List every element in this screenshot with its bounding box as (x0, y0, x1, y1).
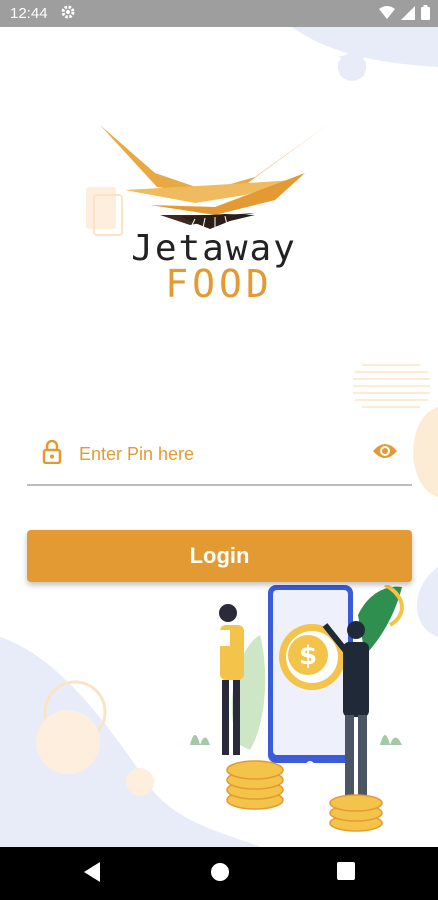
pin-input[interactable] (77, 436, 371, 472)
home-icon[interactable] (209, 861, 231, 888)
battery-icon (421, 5, 430, 25)
lock-icon (42, 439, 62, 469)
wifi-icon (379, 5, 395, 25)
pin-field (27, 428, 412, 486)
brand-tagline: FOOD (165, 262, 273, 306)
recents-icon[interactable] (336, 861, 356, 886)
svg-text:$: $ (299, 641, 317, 671)
status-time: 12:44 (10, 5, 48, 22)
status-bar: 12:44 (0, 0, 438, 27)
back-icon[interactable] (82, 861, 102, 888)
signal-icon (401, 5, 415, 25)
navigation-bar (0, 847, 438, 900)
finance-illustration: $ (190, 585, 404, 832)
eye-icon[interactable] (372, 442, 398, 465)
gear-icon (60, 4, 76, 25)
login-button[interactable]: Login (27, 530, 412, 582)
